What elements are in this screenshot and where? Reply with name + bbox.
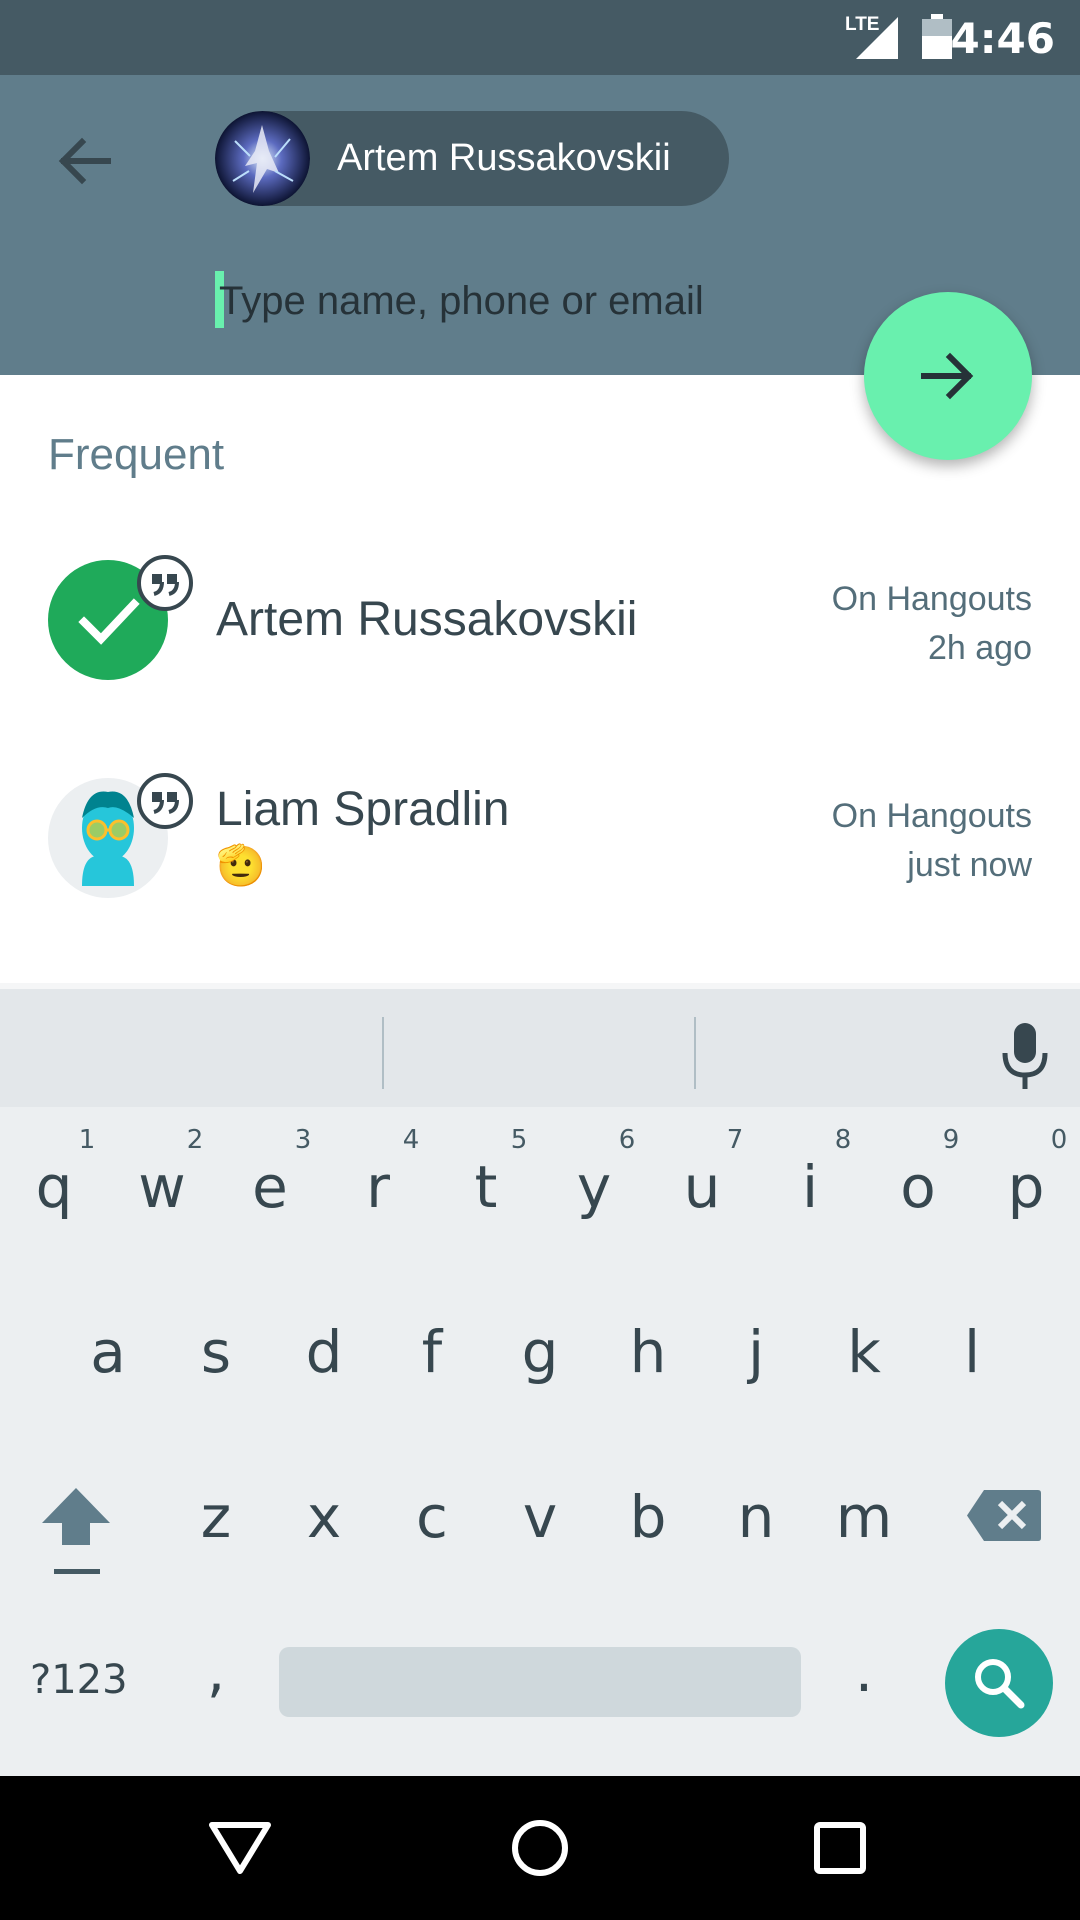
hangouts-icon: [137, 555, 193, 611]
key-h[interactable]: h: [608, 1318, 688, 1386]
search-icon: [975, 1659, 1025, 1709]
period-key[interactable]: .: [824, 1637, 904, 1705]
key-p[interactable]: p: [986, 1153, 1066, 1221]
key-hint: 7: [726, 1125, 744, 1155]
divider: [382, 1017, 384, 1089]
key-z[interactable]: z: [176, 1483, 256, 1551]
status-line: On Hangouts: [831, 580, 1032, 618]
divider: [694, 1017, 696, 1089]
contact-status: On Hangouts just now: [832, 792, 1032, 890]
key-hint: 6: [618, 1125, 636, 1155]
navigation-bar: [0, 1776, 1080, 1920]
keyboard: 1 2 3 4 5 6 7 8 9 0 q w e r t y u i o p …: [0, 983, 1080, 1776]
avatar: [48, 773, 193, 898]
key-q[interactable]: q: [14, 1153, 94, 1221]
key-g[interactable]: g: [500, 1318, 580, 1386]
key-i[interactable]: i: [770, 1153, 850, 1221]
key-b[interactable]: b: [608, 1483, 688, 1551]
circle-home-icon: [512, 1820, 568, 1876]
key-t[interactable]: t: [446, 1153, 526, 1221]
avatar: [215, 111, 310, 206]
status-bar: LTE 4:46: [0, 0, 1080, 75]
last-seen: 2h ago: [928, 629, 1032, 667]
key-r[interactable]: r: [338, 1153, 418, 1221]
key-l[interactable]: l: [932, 1318, 1012, 1386]
key-hint: 1: [78, 1125, 96, 1155]
key-j[interactable]: j: [716, 1318, 796, 1386]
key-c[interactable]: c: [392, 1483, 472, 1551]
square-recents-icon: [814, 1822, 866, 1874]
signal-icon: [856, 17, 898, 59]
last-seen: just now: [907, 846, 1032, 884]
key-k[interactable]: k: [824, 1318, 904, 1386]
suggestion-strip: [0, 983, 1080, 1107]
chip-name: Artem Russakovskii: [337, 137, 671, 179]
shift-icon: [42, 1488, 110, 1574]
key-hint: 8: [834, 1125, 852, 1155]
home-nav-button[interactable]: [504, 1812, 576, 1884]
hangouts-icon: [137, 773, 193, 829]
key-n[interactable]: n: [716, 1483, 796, 1551]
key-a[interactable]: a: [68, 1318, 148, 1386]
arrow-left-icon: [58, 137, 111, 185]
key-s[interactable]: s: [176, 1318, 256, 1386]
key-e[interactable]: e: [230, 1153, 310, 1221]
contact-row[interactable]: Liam Spradlin 🫡 On Hangouts just now: [0, 742, 1080, 922]
contact-status: On Hangouts 2h ago: [832, 575, 1032, 673]
key-v[interactable]: v: [500, 1483, 580, 1551]
backspace-icon: [967, 1490, 1041, 1541]
search-input[interactable]: [219, 271, 819, 331]
key-w[interactable]: w: [122, 1153, 202, 1221]
mic-icon: [1002, 1023, 1048, 1089]
selected-contact-chip[interactable]: Artem Russakovskii: [215, 111, 729, 206]
key-o[interactable]: o: [878, 1153, 958, 1221]
back-button[interactable]: [48, 125, 120, 197]
status-time: 4:46: [950, 14, 1055, 63]
space-key[interactable]: [279, 1647, 801, 1717]
key-d[interactable]: d: [284, 1318, 364, 1386]
key-f[interactable]: f: [392, 1318, 472, 1386]
status-line: On Hangouts: [831, 797, 1032, 835]
arrow-right-icon: [921, 352, 974, 400]
contact-row[interactable]: Artem Russakovskii On Hangouts 2h ago: [0, 530, 1080, 710]
next-button[interactable]: [864, 292, 1032, 460]
backspace-key[interactable]: [966, 1488, 1042, 1543]
key-hint: 2: [186, 1125, 204, 1155]
symbols-key[interactable]: ?123: [30, 1657, 128, 1703]
triangle-back-icon: [209, 1822, 271, 1874]
key-hint: 4: [402, 1125, 420, 1155]
key-m[interactable]: m: [824, 1483, 904, 1551]
key-y[interactable]: y: [554, 1153, 634, 1221]
key-x[interactable]: x: [284, 1483, 364, 1551]
status-emoji: 🫡: [216, 844, 266, 888]
avatar: [48, 555, 193, 680]
shift-key[interactable]: [36, 1483, 116, 1578]
key-hint: 0: [1050, 1125, 1068, 1155]
section-title: Frequent: [48, 430, 225, 479]
key-hint: 3: [294, 1125, 312, 1155]
back-nav-button[interactable]: [204, 1812, 276, 1884]
battery-icon: [922, 14, 952, 59]
recents-nav-button[interactable]: [804, 1812, 876, 1884]
comma-key[interactable]: ,: [176, 1637, 256, 1705]
mic-button[interactable]: [995, 1019, 1055, 1094]
search-key[interactable]: [945, 1629, 1053, 1737]
contact-name: Liam Spradlin: [216, 783, 510, 836]
search-field[interactable]: [215, 271, 835, 331]
key-hint: 9: [942, 1125, 960, 1155]
contact-name: Artem Russakovskii: [216, 593, 638, 646]
key-u[interactable]: u: [662, 1153, 742, 1221]
key-hint: 5: [510, 1125, 528, 1155]
